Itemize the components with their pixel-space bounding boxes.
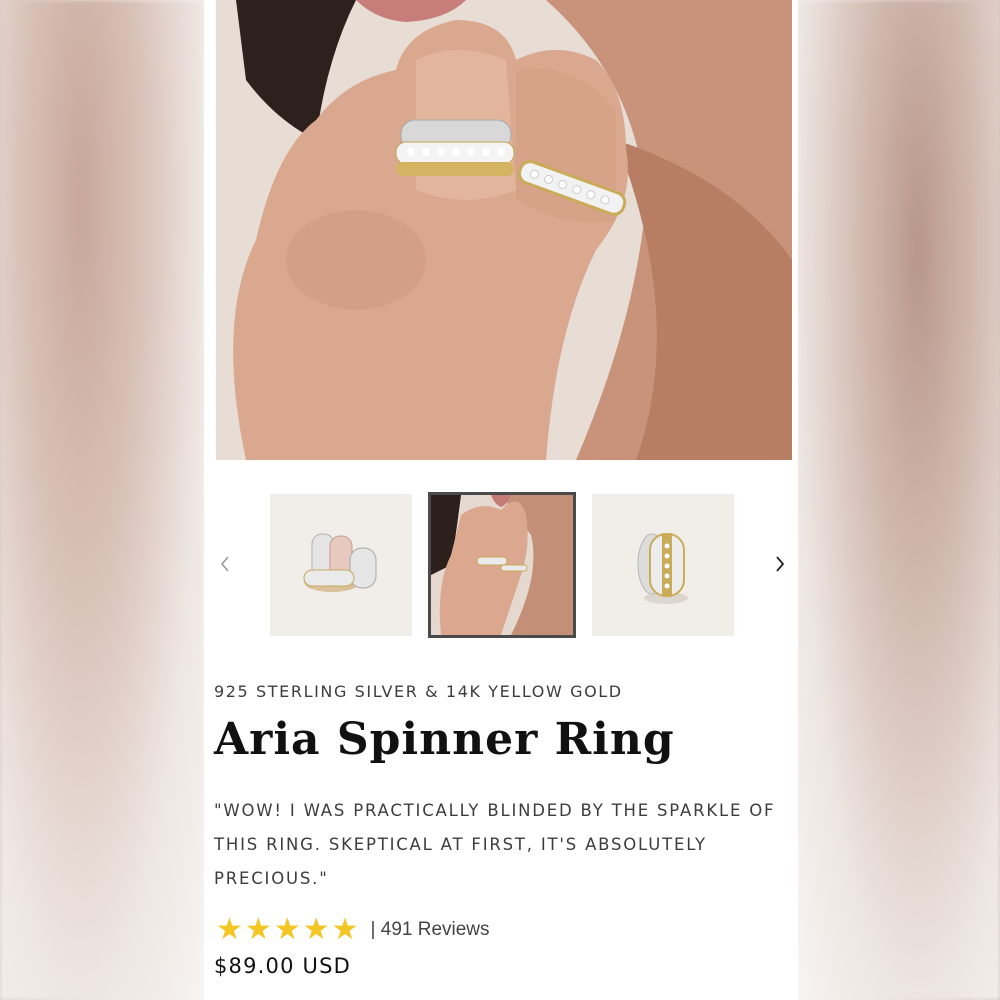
star-icon: ★ bbox=[302, 913, 330, 946]
star-icon: ★ bbox=[273, 913, 301, 946]
star-icon: ★ bbox=[331, 913, 359, 946]
product-rating[interactable]: ★ ★ ★ ★ ★ | 491 Reviews bbox=[216, 914, 490, 946]
product-info: 925 STERLING SILVER & 14K YELLOW GOLD Ar… bbox=[214, 682, 794, 896]
thumbnail-hand-selected[interactable] bbox=[428, 492, 576, 638]
chevron-right-icon[interactable] bbox=[770, 554, 790, 574]
product-price: $89.00 USD bbox=[214, 954, 352, 978]
product-material: 925 STERLING SILVER & 14K YELLOW GOLD bbox=[214, 682, 623, 701]
star-icon: ★ bbox=[244, 913, 272, 946]
thumbnail-carousel bbox=[204, 492, 798, 638]
chevron-left-icon[interactable] bbox=[216, 554, 236, 574]
blurred-background-right bbox=[796, 0, 1000, 1000]
product-title: Aria Spinner Ring bbox=[214, 714, 675, 765]
review-quote: "WOW! I WAS PRACTICALLY BLINDED BY THE S… bbox=[214, 801, 776, 888]
product-page: 925 STERLING SILVER & 14K YELLOW GOLD Ar… bbox=[204, 0, 798, 1000]
thumbnail-rings-stack[interactable] bbox=[270, 494, 412, 636]
star-icon: ★ bbox=[216, 913, 243, 946]
thumbnail-single-ring[interactable] bbox=[592, 494, 734, 636]
reviews-count-link[interactable]: | 491 Reviews bbox=[371, 919, 490, 941]
blurred-background-left bbox=[0, 0, 204, 1000]
product-main-image bbox=[216, 0, 792, 460]
